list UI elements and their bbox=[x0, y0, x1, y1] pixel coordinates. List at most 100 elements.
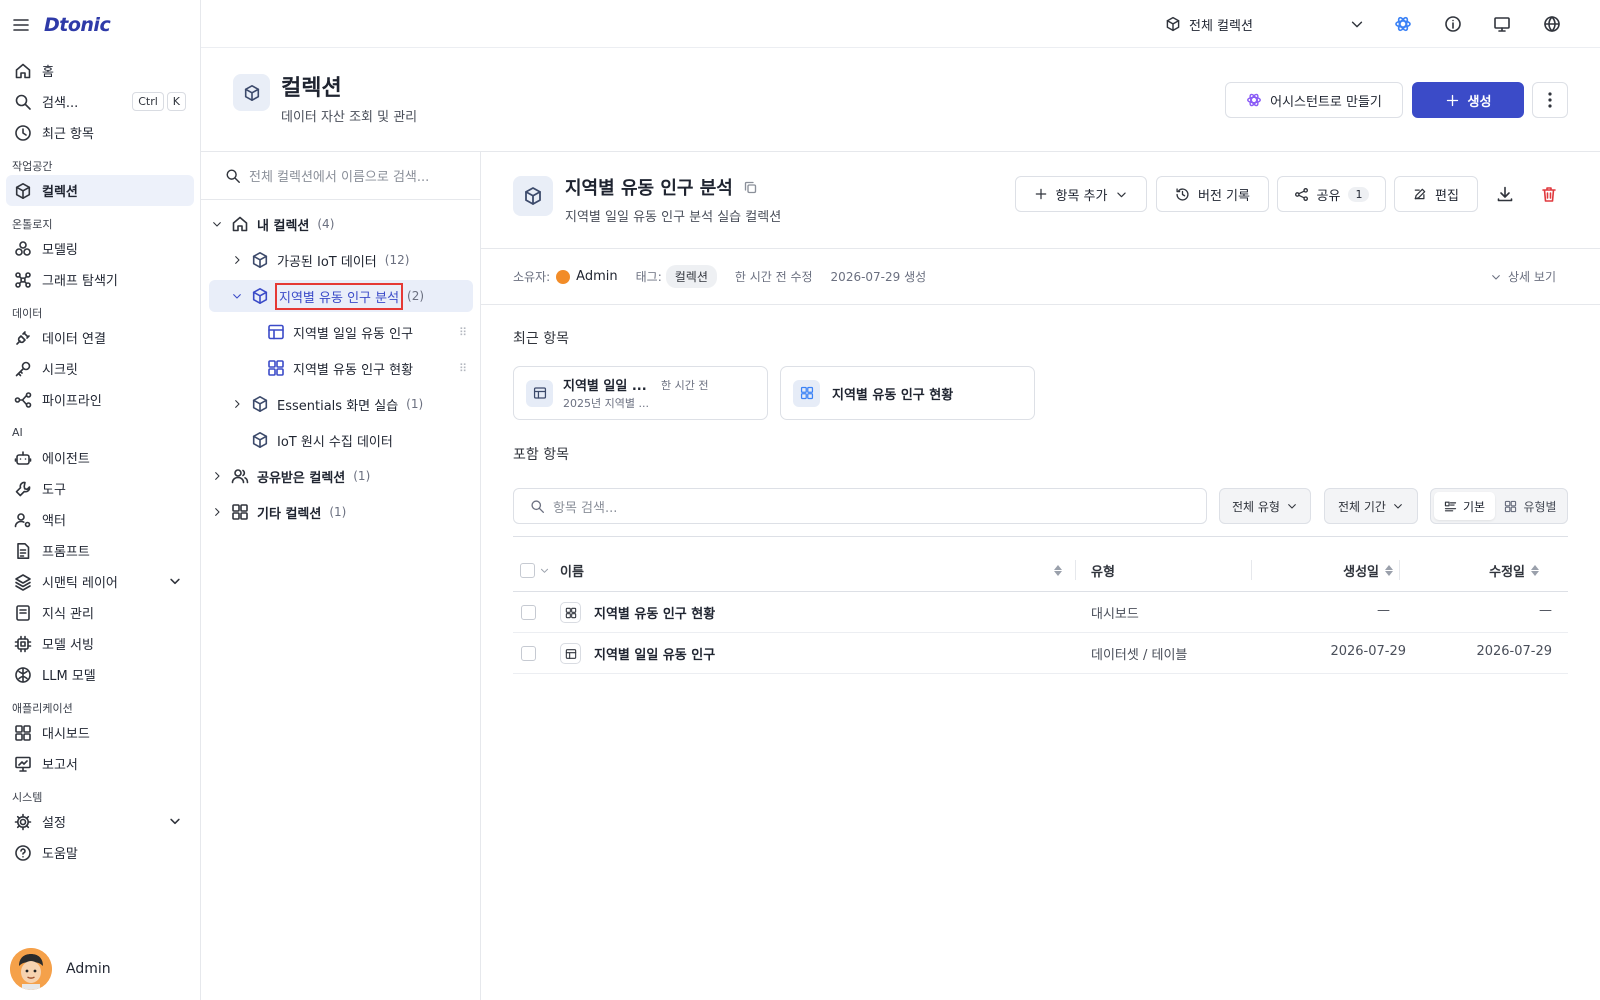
column-type[interactable]: 유형 bbox=[1091, 548, 1115, 592]
user-name: Admin bbox=[66, 961, 111, 977]
info-icon[interactable] bbox=[1444, 15, 1462, 33]
nav-secret[interactable]: 시크릿 bbox=[6, 353, 194, 384]
tree-search-input[interactable]: 전체 컬렉션에서 이름으로 검색... bbox=[201, 152, 480, 200]
nav-help[interactable]: 도움말 bbox=[6, 837, 194, 868]
recent-item-card[interactable]: 지역별 유동 인구 현황 bbox=[780, 366, 1035, 420]
type-filter-select[interactable]: 전체 유형 bbox=[1219, 488, 1311, 524]
robot-icon bbox=[14, 449, 32, 467]
chevron-right-icon bbox=[211, 506, 223, 518]
select-all-checkbox[interactable] bbox=[520, 548, 550, 592]
drag-handle-icon[interactable]: ⠿ bbox=[459, 362, 467, 375]
nav-settings-label: 설정 bbox=[42, 816, 66, 831]
nav-prompt[interactable]: 프롬프트 bbox=[6, 535, 194, 566]
chip-icon bbox=[14, 635, 32, 653]
tree-node-shared[interactable]: 공유받은 컬렉션 (1) bbox=[211, 460, 370, 492]
nav-settings[interactable]: 설정 bbox=[6, 806, 194, 837]
nav-semantic-layer-label: 시맨틱 레이어 bbox=[42, 576, 118, 591]
globe-icon[interactable] bbox=[1543, 15, 1561, 33]
period-filter-select[interactable]: 전체 기간 bbox=[1324, 488, 1418, 524]
column-created[interactable]: 생성일 bbox=[1253, 548, 1393, 592]
tree-node-daily-population[interactable]: 지역별 일일 유동 인구 ⠿ bbox=[267, 316, 467, 348]
nav-data-connection[interactable]: 데이터 연결 bbox=[6, 322, 194, 353]
download-icon[interactable] bbox=[1496, 185, 1514, 203]
collection-icon bbox=[233, 74, 270, 111]
sort-icon bbox=[1054, 564, 1062, 576]
share-icon bbox=[1294, 187, 1309, 202]
brand-logo[interactable]: Dtonic bbox=[44, 14, 111, 36]
dashboard-icon bbox=[793, 379, 820, 407]
atom-icon[interactable] bbox=[1394, 15, 1412, 33]
presentation-icon bbox=[14, 755, 32, 773]
nav-report[interactable]: 보고서 bbox=[6, 748, 194, 779]
nav-dashboard[interactable]: 대시보드 bbox=[6, 717, 194, 748]
delete-icon[interactable] bbox=[1540, 185, 1558, 203]
tree-node-my-collections[interactable]: 내 컬렉션 (4) bbox=[211, 208, 334, 240]
monitor-icon[interactable] bbox=[1493, 15, 1511, 33]
nav-recent[interactable]: 최근 항목 bbox=[6, 117, 194, 148]
user-profile[interactable]: Admin bbox=[10, 948, 111, 990]
collection-scope-select[interactable]: 전체 컬렉션 bbox=[1165, 12, 1365, 36]
nav-pipeline[interactable]: 파이프라인 bbox=[6, 384, 194, 415]
chevron-down-icon bbox=[211, 218, 223, 230]
item-search-input[interactable]: 항목 검색... bbox=[513, 488, 1207, 524]
tree-node-population-analysis[interactable]: 지역별 유동 인구 분석 (2) bbox=[209, 280, 473, 312]
add-item-button[interactable]: 항목 추가 bbox=[1015, 176, 1147, 212]
tree-node-other[interactable]: 기타 컬렉션 (1) bbox=[211, 496, 346, 528]
tag-label: 태그: bbox=[635, 270, 662, 284]
section-application: 애플리케이션 bbox=[12, 701, 73, 715]
nav-collections[interactable]: 컬렉션 bbox=[6, 175, 194, 206]
view-type-tab[interactable]: 유형별 bbox=[1497, 492, 1564, 520]
row-checkbox[interactable] bbox=[521, 605, 536, 620]
nav-llm-label: LLM 모델 bbox=[42, 669, 96, 684]
nav-llm[interactable]: LLM 모델 bbox=[6, 659, 194, 690]
nav-modeling[interactable]: 모델링 bbox=[6, 233, 194, 264]
drag-handle-icon[interactable]: ⠿ bbox=[459, 326, 467, 339]
column-name-label: 이름 bbox=[560, 564, 584, 580]
share-button[interactable]: 공유 1 bbox=[1277, 176, 1386, 212]
row-name[interactable]: 지역별 유동 인구 현황 bbox=[594, 603, 715, 622]
recent-item-card[interactable]: 지역별 일일 ... 2025년 지역별 ... 한 시간 전 bbox=[513, 366, 768, 420]
tree-node-population-status[interactable]: 지역별 유동 인구 현황 ⠿ bbox=[267, 352, 467, 384]
book-icon bbox=[14, 604, 32, 622]
menu-icon[interactable] bbox=[12, 16, 30, 34]
chevron-down-icon[interactable] bbox=[168, 574, 182, 588]
row-name[interactable]: 지역별 일일 유동 인구 bbox=[594, 644, 715, 663]
table-row[interactable]: 지역별 일일 유동 인구 데이터셋 / 테이블 2026-07-29 2026-… bbox=[513, 633, 1568, 674]
tree-count: (2) bbox=[407, 289, 425, 303]
edit-button[interactable]: 편집 bbox=[1394, 176, 1478, 212]
row-checkbox[interactable] bbox=[521, 646, 536, 661]
table-row[interactable]: 지역별 유동 인구 현황 대시보드 — — bbox=[513, 592, 1568, 633]
show-details-label: 상세 보기 bbox=[1508, 270, 1556, 284]
column-name[interactable]: 이름 bbox=[560, 548, 1070, 592]
copy-icon[interactable] bbox=[743, 180, 758, 195]
section-system: 시스템 bbox=[12, 790, 43, 804]
view-basic-tab[interactable]: 기본 bbox=[1434, 492, 1496, 520]
tree-node-essentials[interactable]: Essentials 화면 실습 (1) bbox=[231, 388, 423, 420]
more-options-button[interactable] bbox=[1532, 82, 1568, 118]
nav-model-serving[interactable]: 모델 서빙 bbox=[6, 628, 194, 659]
nav-semantic-layer[interactable]: 시맨틱 레이어 bbox=[6, 566, 194, 597]
nav-agent[interactable]: 에이전트 bbox=[6, 442, 194, 473]
column-modified[interactable]: 수정일 bbox=[1401, 548, 1539, 592]
nav-graph[interactable]: 그래프 탐색기 bbox=[6, 264, 194, 295]
cube-icon bbox=[251, 287, 269, 305]
tree-node-iot[interactable]: 가공된 IoT 데이터 (12) bbox=[231, 244, 409, 276]
home-icon bbox=[231, 215, 249, 233]
chevron-right-icon bbox=[231, 254, 243, 266]
nav-home[interactable]: 홈 bbox=[6, 55, 194, 86]
modified-text: 한 시간 전 수정 bbox=[734, 270, 813, 284]
tree-label-selected: 지역별 유동 인구 분석 bbox=[275, 282, 404, 310]
version-history-button[interactable]: 버전 기록 bbox=[1156, 176, 1269, 212]
tree-node-iot-raw[interactable]: IoT 원시 수집 데이터 bbox=[251, 424, 393, 456]
nav-tool[interactable]: 도구 bbox=[6, 473, 194, 504]
nav-search[interactable]: 검색... Ctrl K bbox=[6, 86, 194, 117]
create-button[interactable]: 생성 bbox=[1412, 82, 1524, 118]
show-details-toggle[interactable]: 상세 보기 bbox=[1490, 268, 1556, 285]
nav-knowledge[interactable]: 지식 관리 bbox=[6, 597, 194, 628]
nav-actor[interactable]: 액터 bbox=[6, 504, 194, 535]
create-with-assistant-button[interactable]: 어시스턴트로 만들기 bbox=[1225, 82, 1403, 118]
tag-badge[interactable]: 컬렉션 bbox=[665, 265, 717, 288]
chevron-down-icon[interactable] bbox=[168, 814, 182, 828]
nav-modeling-label: 모델링 bbox=[42, 243, 78, 258]
cube-icon bbox=[251, 431, 269, 449]
